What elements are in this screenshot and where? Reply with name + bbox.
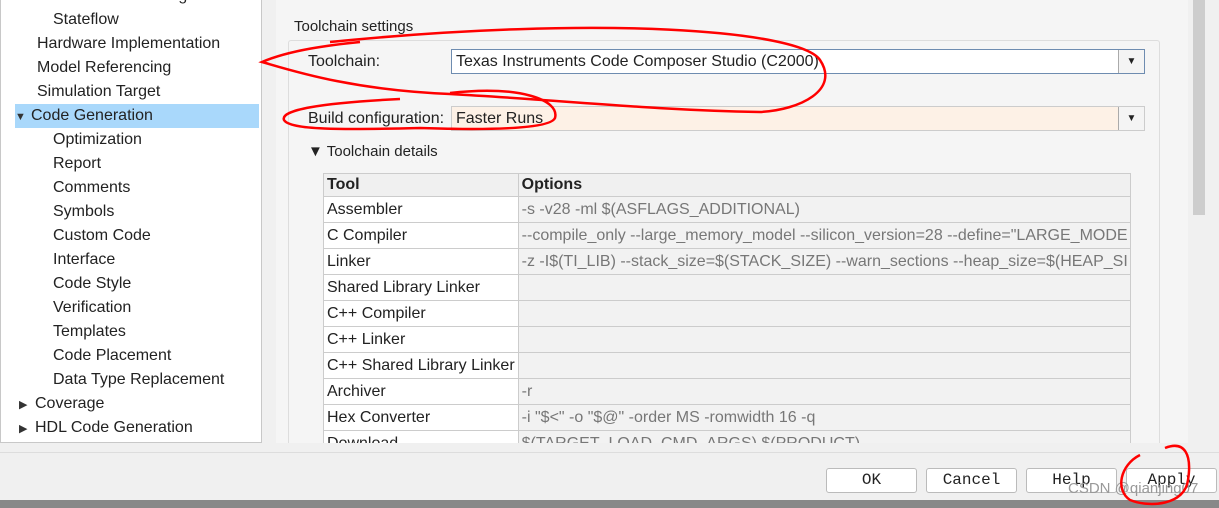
build-configuration-dropdown[interactable]: Faster Runs ▼ bbox=[451, 106, 1145, 131]
sidebar-item[interactable]: Interface bbox=[53, 248, 115, 272]
sidebar-item-label: Model Referencing bbox=[37, 59, 172, 76]
tool-name: C++ Compiler bbox=[323, 300, 519, 327]
tool-name: Shared Library Linker bbox=[323, 274, 519, 301]
sidebar-item-label: Code Placement bbox=[53, 347, 172, 364]
tool-name: Archiver bbox=[323, 378, 519, 405]
sidebar-item[interactable]: Model Referencing bbox=[37, 56, 171, 80]
sidebar-item[interactable]: ▶ HDL Code Generation bbox=[19, 416, 193, 440]
table-row: C++ Linker bbox=[323, 326, 1132, 353]
sidebar-item-label: HDL Code Generation bbox=[35, 419, 193, 436]
table-row: Assembler -s -v28 -ml $(ASFLAGS_ADDITIONA… bbox=[323, 196, 1132, 223]
sidebar-item-label: Code Style bbox=[53, 275, 132, 292]
tool-options-field[interactable] bbox=[517, 352, 1132, 379]
table-row: C Compiler --compile_only --large_memory… bbox=[323, 222, 1132, 249]
sidebar-item[interactable]: Code Style bbox=[53, 272, 131, 296]
build-configuration-label: Build configuration: bbox=[308, 110, 445, 127]
sidebar-item[interactable]: Code Placement bbox=[53, 344, 171, 368]
sidebar-item-label: Model Referencing bbox=[53, 0, 187, 4]
tool-name: Download bbox=[323, 430, 519, 443]
column-header-options: Options bbox=[517, 173, 1132, 197]
code-generation-panel: Toolchain settings Toolchain: Texas Inst… bbox=[276, 0, 1188, 443]
sidebar-item[interactable]: Stateflow bbox=[53, 8, 119, 32]
tool-name: Hex Converter bbox=[323, 404, 519, 431]
toolchain-details-toggle[interactable]: ▼ Toolchain details bbox=[308, 143, 438, 160]
ok-button[interactable]: OK bbox=[826, 468, 917, 493]
sidebar-item[interactable]: Comments bbox=[53, 176, 130, 200]
chevron-down-icon[interactable]: ▼ bbox=[1118, 107, 1144, 130]
tool-options-field[interactable]: -z -I$(TI_LIB) --stack_size=$(STACK_SIZE… bbox=[517, 248, 1132, 275]
tool-options-field[interactable] bbox=[517, 326, 1132, 353]
tool-options-field[interactable]: $(TARGET_LOAD_CMD_ARGS) $(PRODUCT) bbox=[517, 430, 1132, 443]
watermark: CSDN @qianjing07 bbox=[1068, 480, 1199, 497]
sidebar-item[interactable]: Verification bbox=[53, 296, 131, 320]
sidebar-item[interactable]: ▶ Coverage bbox=[19, 392, 104, 416]
sidebar-item-label: Symbols bbox=[53, 203, 115, 220]
build-configuration-value: Faster Runs bbox=[456, 110, 544, 127]
sidebar-item[interactable]: Symbols bbox=[53, 200, 114, 224]
tool-options-field[interactable] bbox=[517, 300, 1132, 327]
sidebar-item-label: Verification bbox=[53, 299, 132, 316]
tool-options-field[interactable] bbox=[517, 274, 1132, 301]
table-row: Shared Library Linker bbox=[323, 274, 1132, 301]
sidebar-item[interactable]: ▼ Code Generation bbox=[15, 104, 259, 128]
tool-name: C++ Shared Library Linker bbox=[323, 352, 519, 379]
cancel-button[interactable]: Cancel bbox=[926, 468, 1017, 493]
sidebar-item-label: Templates bbox=[53, 323, 126, 340]
sidebar-item[interactable]: Model Referencing bbox=[53, 0, 187, 8]
sidebar-item[interactable]: Data Type Replacement bbox=[53, 368, 224, 392]
tool-options-field[interactable]: -s -v28 -ml $(ASFLAGS_ADDITIONAL) bbox=[517, 196, 1132, 223]
toolchain-settings-title: Toolchain settings bbox=[294, 18, 414, 35]
sidebar-item[interactable]: Templates bbox=[53, 320, 126, 344]
table-row: C++ Compiler bbox=[323, 300, 1132, 327]
sidebar-item-label: Hardware Implementation bbox=[37, 35, 221, 52]
tool-options-field[interactable]: -r bbox=[517, 378, 1132, 405]
sidebar-item-label: Interface bbox=[53, 251, 116, 268]
table-row: Linker -z -I$(TI_LIB) --stack_size=$(STAC… bbox=[323, 248, 1132, 275]
sidebar-item-label: Stateflow bbox=[53, 11, 119, 28]
tool-name: C Compiler bbox=[323, 222, 519, 249]
tool-name: C++ Linker bbox=[323, 326, 519, 353]
dialog-button-bar: OK Cancel Help Apply bbox=[0, 452, 1219, 500]
column-header-tool: Tool bbox=[323, 173, 519, 197]
sidebar-item[interactable]: Optimization bbox=[53, 128, 142, 152]
sidebar-item[interactable]: Custom Code bbox=[53, 224, 151, 248]
tool-name: Linker bbox=[323, 248, 519, 275]
window-footer bbox=[0, 500, 1219, 508]
sidebar-item[interactable]: Report bbox=[53, 152, 101, 176]
sidebar-item-label: Simulation Target bbox=[37, 83, 161, 100]
collapsed-icon[interactable]: ▶ bbox=[19, 417, 35, 441]
sidebar-item-label: Report bbox=[53, 155, 102, 172]
sidebar-item-label: Optimization bbox=[53, 131, 142, 148]
sidebar-item-label: Custom Code bbox=[53, 227, 151, 244]
collapsed-icon[interactable]: ▶ bbox=[19, 393, 35, 417]
chevron-down-icon[interactable]: ▼ bbox=[1118, 50, 1144, 73]
toolchain-dropdown[interactable]: Texas Instruments Code Composer Studio (… bbox=[451, 49, 1145, 74]
toolchain-label: Toolchain: bbox=[308, 53, 381, 70]
sidebar-item-label: Comments bbox=[53, 179, 131, 196]
tool-name: Assembler bbox=[323, 196, 519, 223]
sidebar-item-label: Data Type Replacement bbox=[53, 371, 225, 388]
sidebar-item-label: Code Generation bbox=[31, 107, 153, 124]
sidebar-item[interactable]: Simulation Target bbox=[37, 80, 160, 104]
sidebar-item-label: Coverage bbox=[35, 395, 105, 412]
expanded-icon[interactable]: ▼ bbox=[15, 105, 31, 129]
toolchain-value: Texas Instruments Code Composer Studio (… bbox=[456, 53, 819, 70]
settings-tree: Model Referencing Stateflow Hardware Imple… bbox=[0, 0, 262, 443]
toolchain-details-table: Tool Options Assembler -s -v28 -ml $(ASFL… bbox=[323, 173, 1132, 443]
tool-options-field[interactable]: -i "$<" -o "$@" -order MS -romwidth 16 -… bbox=[517, 404, 1132, 431]
tool-options-field[interactable]: --compile_only --large_memory_model --si… bbox=[517, 222, 1132, 249]
table-row: C++ Shared Library Linker bbox=[323, 352, 1132, 379]
table-row: Download $(TARGET_LOAD_CMD_ARGS) $(PRODUC… bbox=[323, 430, 1132, 443]
table-row: Archiver -r bbox=[323, 378, 1132, 405]
table-row: Hex Converter -i "$<" -o "$@" -order MS … bbox=[323, 404, 1132, 431]
sidebar-item[interactable]: Hardware Implementation bbox=[37, 32, 220, 56]
vertical-scrollbar[interactable] bbox=[1193, 0, 1205, 215]
